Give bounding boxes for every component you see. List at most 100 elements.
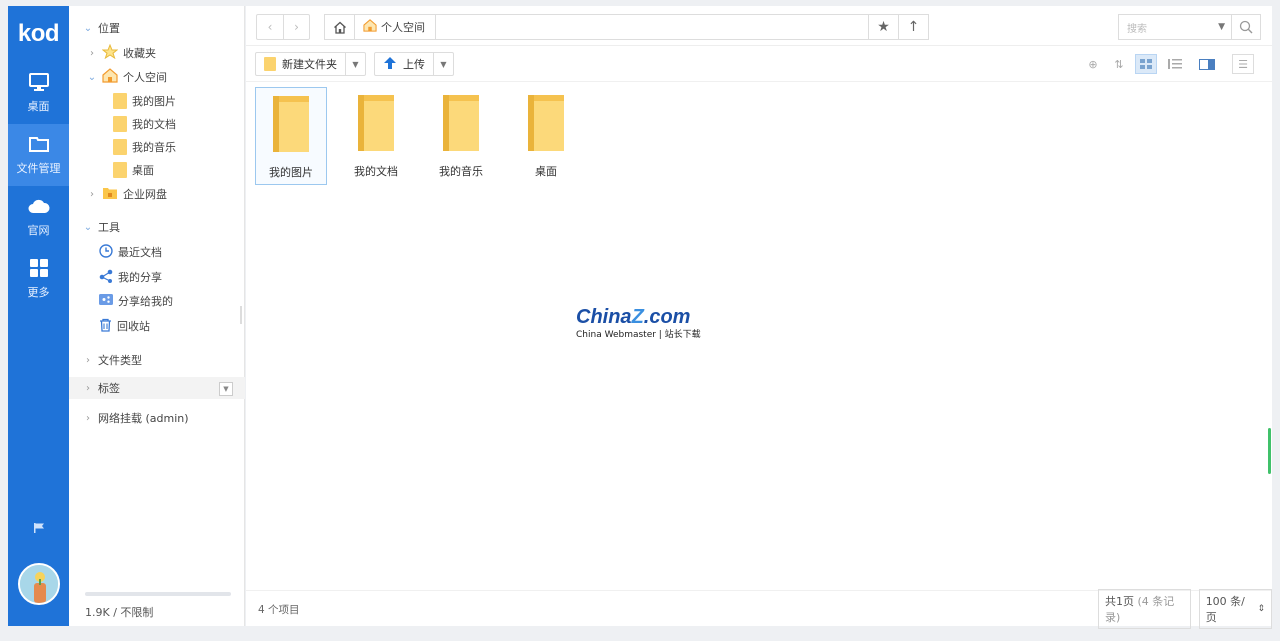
chevron-down-icon[interactable]: ▼ [345, 53, 365, 75]
history-nav: ‹ › [256, 14, 310, 40]
tree-label: 回收站 [117, 320, 150, 333]
chevron-right-icon: › [86, 412, 90, 424]
tree-label: 工具 [98, 221, 120, 234]
folder-item[interactable]: 我的图片 [255, 87, 327, 185]
split-view-icon[interactable] [1196, 54, 1218, 74]
folder-outline-icon [28, 134, 50, 154]
grid-icon [28, 258, 50, 278]
icon-view-icon[interactable] [1135, 54, 1157, 74]
file-panel: ‹ › 个人空间 ★ ↑ 搜索 ▼ 新建文件夹 ▼ 上传 ▼ ⊕ ⇅ ☰ 我的图… [246, 6, 1272, 629]
folder-icon [520, 93, 572, 153]
star-icon[interactable]: ★ [868, 14, 899, 40]
upload-label: 上传 [403, 58, 425, 71]
back-button[interactable]: ‹ [257, 15, 283, 39]
folder-name: 我的文档 [354, 165, 398, 178]
trash-icon [99, 318, 112, 335]
menu-icon[interactable]: ☰ [1232, 54, 1254, 74]
tool-item-recycle-bin[interactable]: 回收站 [99, 315, 150, 337]
folder-icon [113, 139, 127, 155]
home-folder-icon [363, 19, 377, 35]
rail-item-desktop[interactable]: 桌面 [8, 62, 69, 124]
chevron-right-icon: › [86, 382, 90, 394]
kod-logo[interactable]: kod [8, 6, 69, 62]
folder-icon [435, 93, 487, 153]
tree-tools-header[interactable]: ⌄ 工具 [83, 216, 120, 238]
cloud-icon [28, 196, 50, 216]
home-icon[interactable] [325, 15, 355, 39]
rail-label: 官网 [27, 224, 50, 237]
watermark-logo: ChinaZ.com China Webmaster | 站长下载 [576, 306, 701, 340]
tree-label: 我的分享 [118, 271, 162, 284]
tags-dropdown-button[interactable]: ▼ [219, 382, 233, 396]
tree-item-child[interactable]: 桌面 [113, 159, 154, 181]
toolbar: 新建文件夹 ▼ 上传 ▼ ⊕ ⇅ ☰ [246, 46, 1272, 82]
tool-item-shared-with-me[interactable]: 分享给我的 [99, 290, 173, 312]
search-placeholder: 搜索 [1127, 23, 1147, 35]
tree-item-tags[interactable]: › 标签 ▼ [69, 377, 245, 399]
upload-button[interactable]: 上传 ▼ [374, 52, 454, 76]
chevron-right-icon: › [86, 354, 90, 366]
caret-down-icon[interactable]: ▼ [1218, 22, 1225, 32]
flag-icon[interactable] [8, 522, 69, 534]
scroll-indicator[interactable] [1268, 428, 1271, 474]
avatar[interactable] [18, 563, 60, 605]
tree-item-child[interactable]: 我的音乐 [113, 136, 176, 158]
tree-item-network-mount[interactable]: › 网络挂载 (admin) [83, 407, 189, 429]
tree-label: 位置 [98, 22, 120, 35]
sidebar-resize-handle[interactable] [240, 306, 242, 324]
chevron-down-icon: ⌄ [83, 221, 93, 233]
monitor-icon [28, 72, 50, 92]
tool-item-recent[interactable]: 最近文档 [99, 241, 162, 263]
folder-item[interactable]: 我的文档 [340, 87, 412, 185]
tree-label: 网络挂载 (admin) [98, 412, 189, 425]
item-count: 4 个项目 [258, 604, 300, 616]
tree-item-child[interactable]: 我的图片 [113, 90, 176, 112]
shared-with-me-icon [99, 293, 113, 309]
status-bar: 4 个项目 共1页 (4 条记录) 100 条/页 ⇕ [246, 589, 1272, 629]
app-rail: kod 桌面 文件管理 官网 更多 [8, 6, 69, 626]
folder-icon [264, 57, 276, 71]
folder-item[interactable]: 我的音乐 [425, 87, 497, 185]
chevron-down-icon[interactable]: ▼ [433, 53, 453, 75]
breadcrumb[interactable]: 个人空间 [355, 15, 436, 39]
sort-icon[interactable]: ⇅ [1108, 54, 1130, 74]
folder-icon [113, 116, 127, 132]
tree-item-child[interactable]: 我的文档 [113, 113, 176, 135]
chevron-down-icon: ⌄ [87, 71, 97, 83]
up-arrow-icon[interactable]: ↑ [898, 14, 929, 40]
tree-label: 收藏夹 [123, 47, 156, 60]
tree-item-personal-space[interactable]: ⌄ 个人空间 [87, 66, 167, 88]
zoom-icon[interactable]: ⊕ [1082, 54, 1104, 74]
tree-label: 最近文档 [118, 246, 162, 259]
enterprise-folder-icon [102, 186, 118, 203]
tree-label: 我的文档 [132, 118, 176, 131]
quota-bar [85, 592, 231, 596]
rail-item-file-manager[interactable]: 文件管理 [8, 124, 69, 186]
folder-name: 桌面 [535, 165, 557, 178]
path-actions: ★ ↑ [868, 14, 929, 40]
rail-item-more[interactable]: 更多 [8, 248, 69, 310]
search-input[interactable]: 搜索 ▼ [1118, 14, 1232, 40]
rail-label: 文件管理 [16, 162, 61, 175]
rail-label: 更多 [27, 286, 50, 299]
search-icon[interactable] [1231, 14, 1261, 40]
new-folder-label: 新建文件夹 [282, 58, 337, 71]
tree-label: 标签 [98, 382, 120, 395]
folder-item[interactable]: 桌面 [510, 87, 582, 185]
address-bar[interactable]: 个人空间 [324, 14, 869, 40]
tree-item-file-types[interactable]: › 文件类型 [83, 349, 142, 371]
list-view-icon[interactable] [1164, 54, 1186, 74]
folder-icon [113, 162, 127, 178]
new-folder-button[interactable]: 新建文件夹 ▼ [255, 52, 366, 76]
tree-item-enterprise[interactable]: › 企业网盘 [87, 183, 167, 205]
rail-item-website[interactable]: 官网 [8, 186, 69, 248]
sidebar-tree: ⌄ 位置 › 收藏夹 ⌄ 个人空间 我的图片 我的文档 我的音乐 桌面 › 企业… [69, 6, 245, 626]
tree-location-header[interactable]: ⌄ 位置 [83, 17, 120, 39]
forward-button[interactable]: › [283, 15, 309, 39]
tool-item-my-share[interactable]: 我的分享 [99, 266, 162, 288]
page-info: 共1页 (4 条记录) [1098, 589, 1191, 629]
folder-name: 我的图片 [269, 166, 313, 179]
tree-label: 企业网盘 [123, 188, 167, 201]
per-page-select[interactable]: 100 条/页 ⇕ [1198, 589, 1272, 629]
tree-item-favorites[interactable]: › 收藏夹 [87, 42, 156, 64]
